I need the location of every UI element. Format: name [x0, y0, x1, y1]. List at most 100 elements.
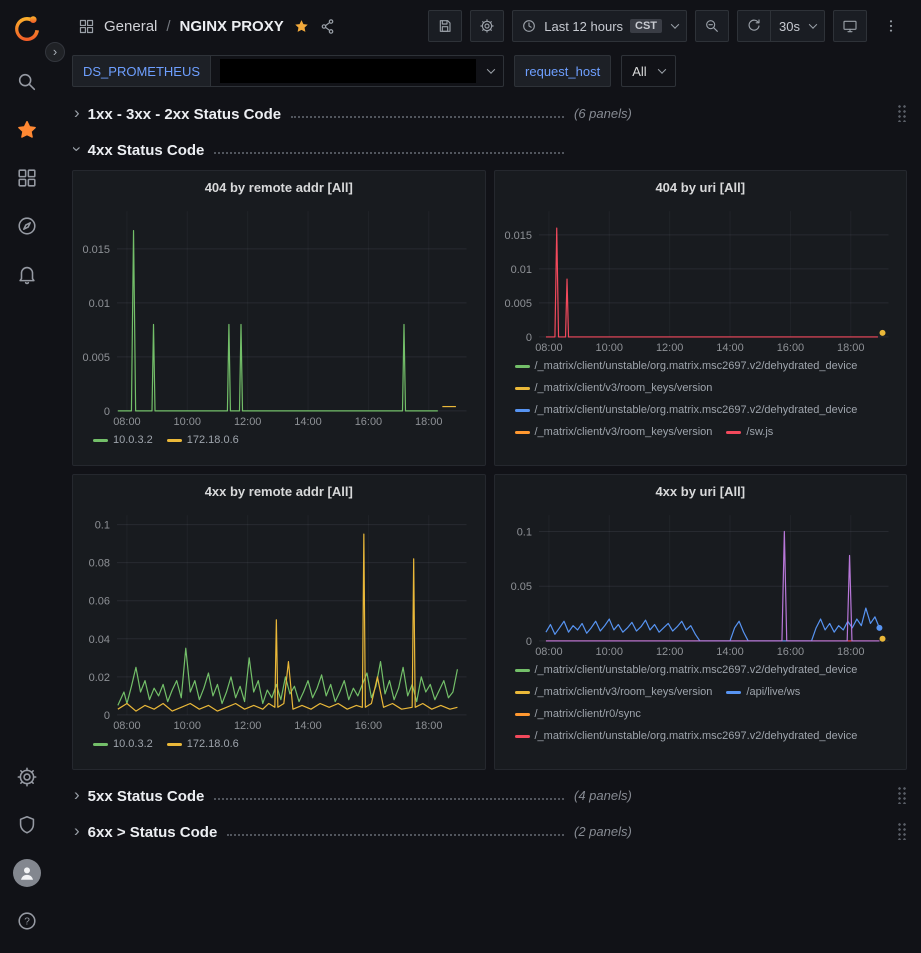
row-dotted-filler — [291, 116, 564, 118]
time-range-picker[interactable]: Last 12 hours CST — [512, 10, 687, 42]
row-dotted-filler — [214, 152, 564, 154]
legend-series-swatch — [515, 669, 530, 672]
datasource-variable-label[interactable]: DS_PROMETHEUS — [72, 55, 211, 87]
legend-series-swatch — [515, 409, 530, 412]
timeseries-chart[interactable]: 00.0050.010.01508:0010:0012:0014:0016:00… — [503, 201, 899, 353]
save-dashboard-button[interactable] — [428, 10, 462, 42]
request-host-variable-value[interactable]: All — [621, 55, 675, 87]
dashboard-apps-icon — [78, 18, 95, 35]
svg-text:0.1: 0.1 — [516, 526, 531, 538]
legend-series-swatch — [167, 743, 182, 746]
sidebar-item-dashboards[interactable] — [7, 158, 47, 198]
legend-item[interactable]: /_matrix/client/unstable/org.matrix.msc2… — [515, 727, 858, 745]
svg-text:0.01: 0.01 — [89, 298, 110, 310]
legend-item[interactable]: 172.18.0.6 — [167, 431, 239, 449]
legend-item[interactable]: /_matrix/client/v3/room_keys/version — [515, 423, 713, 441]
row-5xx[interactable]: › 5xx Status Code (4 panels) — [72, 780, 907, 810]
legend-series-swatch — [515, 431, 530, 434]
breadcrumb-dashboard-title[interactable]: NGINX PROXY — [180, 18, 284, 35]
legend-item[interactable]: /_matrix/client/v3/room_keys/version — [515, 379, 713, 397]
gear-icon — [479, 18, 495, 34]
svg-text:0.015: 0.015 — [83, 244, 110, 256]
legend-item[interactable]: /_matrix/client/v3/room_keys/version — [515, 683, 713, 701]
sidebar-item-configuration[interactable] — [7, 757, 47, 797]
legend-item[interactable]: /api/live/ws — [726, 683, 800, 701]
legend-series-swatch — [515, 365, 530, 368]
sidebar-item-starred[interactable] — [7, 110, 47, 150]
row-dotted-filler — [227, 834, 564, 836]
request-host-variable-label[interactable]: request_host — [514, 55, 611, 87]
panel-404-by-remote-addr: 404 by remote addr [All] 00.0050.010.015… — [72, 170, 486, 466]
panel-legend: /_matrix/client/unstable/org.matrix.msc2… — [503, 661, 899, 763]
row-collapsed-chevron-icon: › — [74, 822, 80, 840]
topbar-actions: Last 12 hours CST 30s — [428, 10, 907, 42]
legend-item[interactable]: /_matrix/client/unstable/org.matrix.msc2… — [515, 357, 858, 375]
kebab-menu-icon — [883, 18, 899, 34]
legend-item[interactable]: /_matrix/client/r0/sync — [515, 705, 641, 723]
kiosk-mode-button[interactable] — [833, 10, 867, 42]
legend-series-swatch — [726, 431, 741, 434]
sidebar-expand-button[interactable]: › — [45, 42, 65, 62]
gear-icon — [16, 766, 38, 788]
sidebar-item-help[interactable]: ? — [7, 901, 47, 941]
sidebar: ? — [0, 0, 54, 953]
grafana-logo[interactable] — [7, 8, 47, 48]
panel-grid: 404 by remote addr [All] 00.0050.010.015… — [72, 170, 907, 770]
sidebar-item-server-admin[interactable] — [7, 805, 47, 845]
datasource-variable-value[interactable] — [211, 55, 504, 87]
svg-text:08:00: 08:00 — [113, 720, 140, 731]
svg-text:?: ? — [24, 917, 30, 928]
timeseries-chart[interactable]: 00.020.040.060.080.108:0010:0012:0014:00… — [81, 505, 477, 731]
row-1xx-3xx-2xx[interactable]: › 1xx - 3xx - 2xx Status Code (6 panels) — [72, 98, 907, 128]
panel-title[interactable]: 4xx by uri [All] — [503, 479, 899, 505]
panel-title[interactable]: 404 by uri [All] — [503, 175, 899, 201]
row-4xx[interactable]: › 4xx Status Code — [72, 134, 907, 164]
svg-text:16:00: 16:00 — [776, 646, 803, 657]
legend-series-swatch — [515, 735, 530, 738]
more-options-button[interactable] — [875, 10, 907, 42]
svg-text:18:00: 18:00 — [837, 646, 864, 657]
dashboard-settings-button[interactable] — [470, 10, 504, 42]
share-button[interactable] — [319, 18, 336, 35]
legend-item[interactable]: 10.0.3.2 — [93, 431, 153, 449]
svg-text:0.1: 0.1 — [95, 520, 110, 532]
favorite-star-button[interactable] — [293, 18, 310, 35]
legend-series-swatch — [93, 743, 108, 746]
refresh-button[interactable] — [737, 10, 771, 42]
dashboard-content: › 1xx - 3xx - 2xx Status Code (6 panels)… — [54, 90, 921, 846]
sidebar-item-alerting[interactable] — [7, 254, 47, 294]
legend-item[interactable]: 10.0.3.2 — [93, 735, 153, 753]
row-drag-handle[interactable] — [897, 786, 907, 804]
legend-series-label: /_matrix/client/unstable/org.matrix.msc2… — [535, 357, 858, 375]
grafana-logo-icon — [12, 13, 42, 43]
zoom-out-button[interactable] — [695, 10, 729, 42]
svg-text:0.005: 0.005 — [504, 298, 531, 310]
timeseries-chart[interactable]: 00.0050.010.01508:0010:0012:0014:0016:00… — [81, 201, 477, 427]
row-drag-handle[interactable] — [897, 104, 907, 122]
legend-item[interactable]: /_matrix/client/unstable/org.matrix.msc2… — [515, 401, 858, 419]
row-6xx[interactable]: › 6xx > Status Code (2 panels) — [72, 816, 907, 846]
breadcrumb-folder[interactable]: General — [104, 18, 157, 35]
refresh-interval-picker[interactable]: 30s — [771, 10, 825, 42]
datasource-value-redacted — [220, 59, 476, 83]
bell-icon — [16, 263, 38, 285]
svg-text:0: 0 — [104, 406, 110, 418]
svg-text:16:00: 16:00 — [355, 416, 382, 427]
row-drag-handle[interactable] — [897, 822, 907, 840]
request-host-selected-value: All — [632, 64, 646, 79]
legend-item[interactable]: /sw.js — [726, 423, 773, 441]
panel-title[interactable]: 4xx by remote addr [All] — [81, 479, 477, 505]
panel-title[interactable]: 404 by remote addr [All] — [81, 175, 477, 201]
row-collapsed-chevron-icon: › — [74, 786, 80, 804]
breadcrumb-separator: / — [166, 18, 170, 35]
sidebar-item-search[interactable] — [7, 62, 47, 102]
svg-text:0.06: 0.06 — [89, 596, 110, 608]
row-title: 5xx Status Code — [88, 788, 205, 805]
timeseries-chart[interactable]: 00.050.108:0010:0012:0014:0016:0018:00 — [503, 505, 899, 657]
sidebar-item-explore[interactable] — [7, 206, 47, 246]
svg-text:0.05: 0.05 — [510, 581, 531, 593]
sidebar-item-profile[interactable] — [7, 853, 47, 893]
legend-item[interactable]: 172.18.0.6 — [167, 735, 239, 753]
legend-item[interactable]: /_matrix/client/unstable/org.matrix.msc2… — [515, 661, 858, 679]
save-icon — [437, 18, 453, 34]
